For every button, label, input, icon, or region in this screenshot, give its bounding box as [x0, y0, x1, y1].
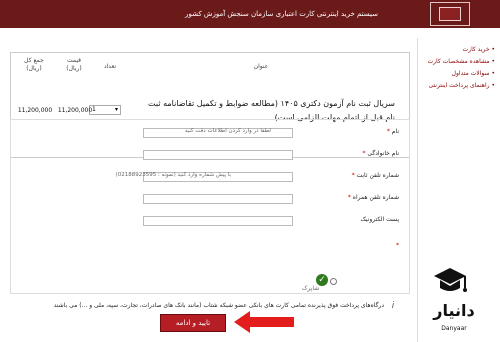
email-input[interactable] — [143, 216, 293, 226]
first-name-label: * نام — [329, 128, 399, 135]
email-label: پست الکترونیک — [329, 216, 400, 223]
required-mark: * — [351, 172, 355, 179]
last-name-input[interactable] — [143, 150, 293, 160]
bullet-icon: • — [491, 82, 495, 89]
table-header-count: تعداد — [103, 63, 117, 70]
table-row-price: 11,200,000 — [57, 107, 93, 114]
info-icon: i — [391, 301, 395, 311]
landline-hint: با پیش شماره وارد کنید (نمونه : 02188923… — [115, 172, 231, 178]
table-header-total: جمع کل (ریال) — [24, 57, 44, 72]
confirm-and-continue-button[interactable]: تایید و ادامه — [160, 314, 226, 332]
sidebar-item-label: راهنمای پرداخت اینترنتی — [428, 82, 490, 89]
last-name-label-text: نام خانوادگی — [367, 150, 399, 157]
sidebar-item-buy-card[interactable]: خرید کارت • — [463, 46, 495, 54]
quantity-select[interactable]: 1 ▾ — [89, 105, 121, 115]
logo-emblem — [439, 7, 461, 21]
brand-name: دانیار — [433, 301, 475, 320]
app-header: سیستم خرید اینترنتی کارت اعتباری سازمان … — [0, 0, 500, 28]
required-mark: * — [362, 150, 366, 157]
mobile-label: * شماره تلفن همراه — [329, 194, 399, 201]
email-label-text: پست الکترونیک — [360, 216, 400, 223]
sidebar-item-label: مشاهده مشخصات کارت — [427, 58, 490, 65]
mobile-label-text: شماره تلفن همراه — [352, 194, 399, 201]
sidebar-item-payment-help[interactable]: راهنمای پرداخت اینترنتی • — [429, 82, 496, 90]
gateway-info-text: درگاه‌های پرداخت فوق پذیرنده تمامی کارت … — [53, 302, 384, 309]
arrow-left-icon — [234, 311, 294, 333]
bullet-icon: • — [491, 58, 495, 65]
brand-subtitle: Danyaar — [441, 325, 467, 332]
gateway-option-label: شاپرک — [302, 285, 320, 292]
bullet-icon: • — [491, 70, 495, 77]
gateway-radio[interactable] — [330, 278, 337, 285]
contact-form: * نام لطفا در وارد کردن اطلاعات دقت کنید… — [10, 119, 410, 294]
gateway-label: * — [329, 242, 399, 249]
sidebar-item-label: سوالات متداول — [451, 70, 490, 77]
app-title: سیستم خرید اینترنتی کارت اعتباری سازمان … — [185, 10, 378, 18]
chevron-down-icon: ▾ — [114, 106, 118, 113]
landline-label-text: شماره تلفن ثابت — [356, 172, 400, 179]
site-logo — [430, 2, 470, 26]
first-name-label-text: نام — [391, 128, 399, 135]
sidebar-item-label: خرید کارت — [462, 46, 490, 53]
required-mark: * — [386, 128, 390, 135]
bullet-icon: • — [491, 46, 495, 53]
table-row-total: 11,200,000 — [17, 107, 53, 114]
graduation-cap-icon — [434, 268, 467, 292]
required-mark: * — [396, 242, 399, 249]
sidebar-item-view-card[interactable]: مشاهده مشخصات کارت • — [428, 58, 495, 66]
table-header-price: قیمت (ریال) — [66, 57, 82, 72]
first-name-hint: لطفا در وارد کردن اطلاعات دقت کنید — [184, 128, 271, 134]
table-header-title: عنوان — [253, 63, 269, 70]
last-name-label: * نام خانوادگی — [329, 150, 399, 157]
sidebar-item-faq[interactable]: سوالات متداول • — [452, 70, 495, 78]
mobile-input[interactable] — [143, 194, 293, 204]
landline-label: * شماره تلفن ثابت — [329, 172, 399, 179]
main-content: عنوان تعداد قیمت (ریال) جمع کل (ریال) سر… — [10, 38, 410, 338]
required-mark: * — [347, 194, 351, 201]
